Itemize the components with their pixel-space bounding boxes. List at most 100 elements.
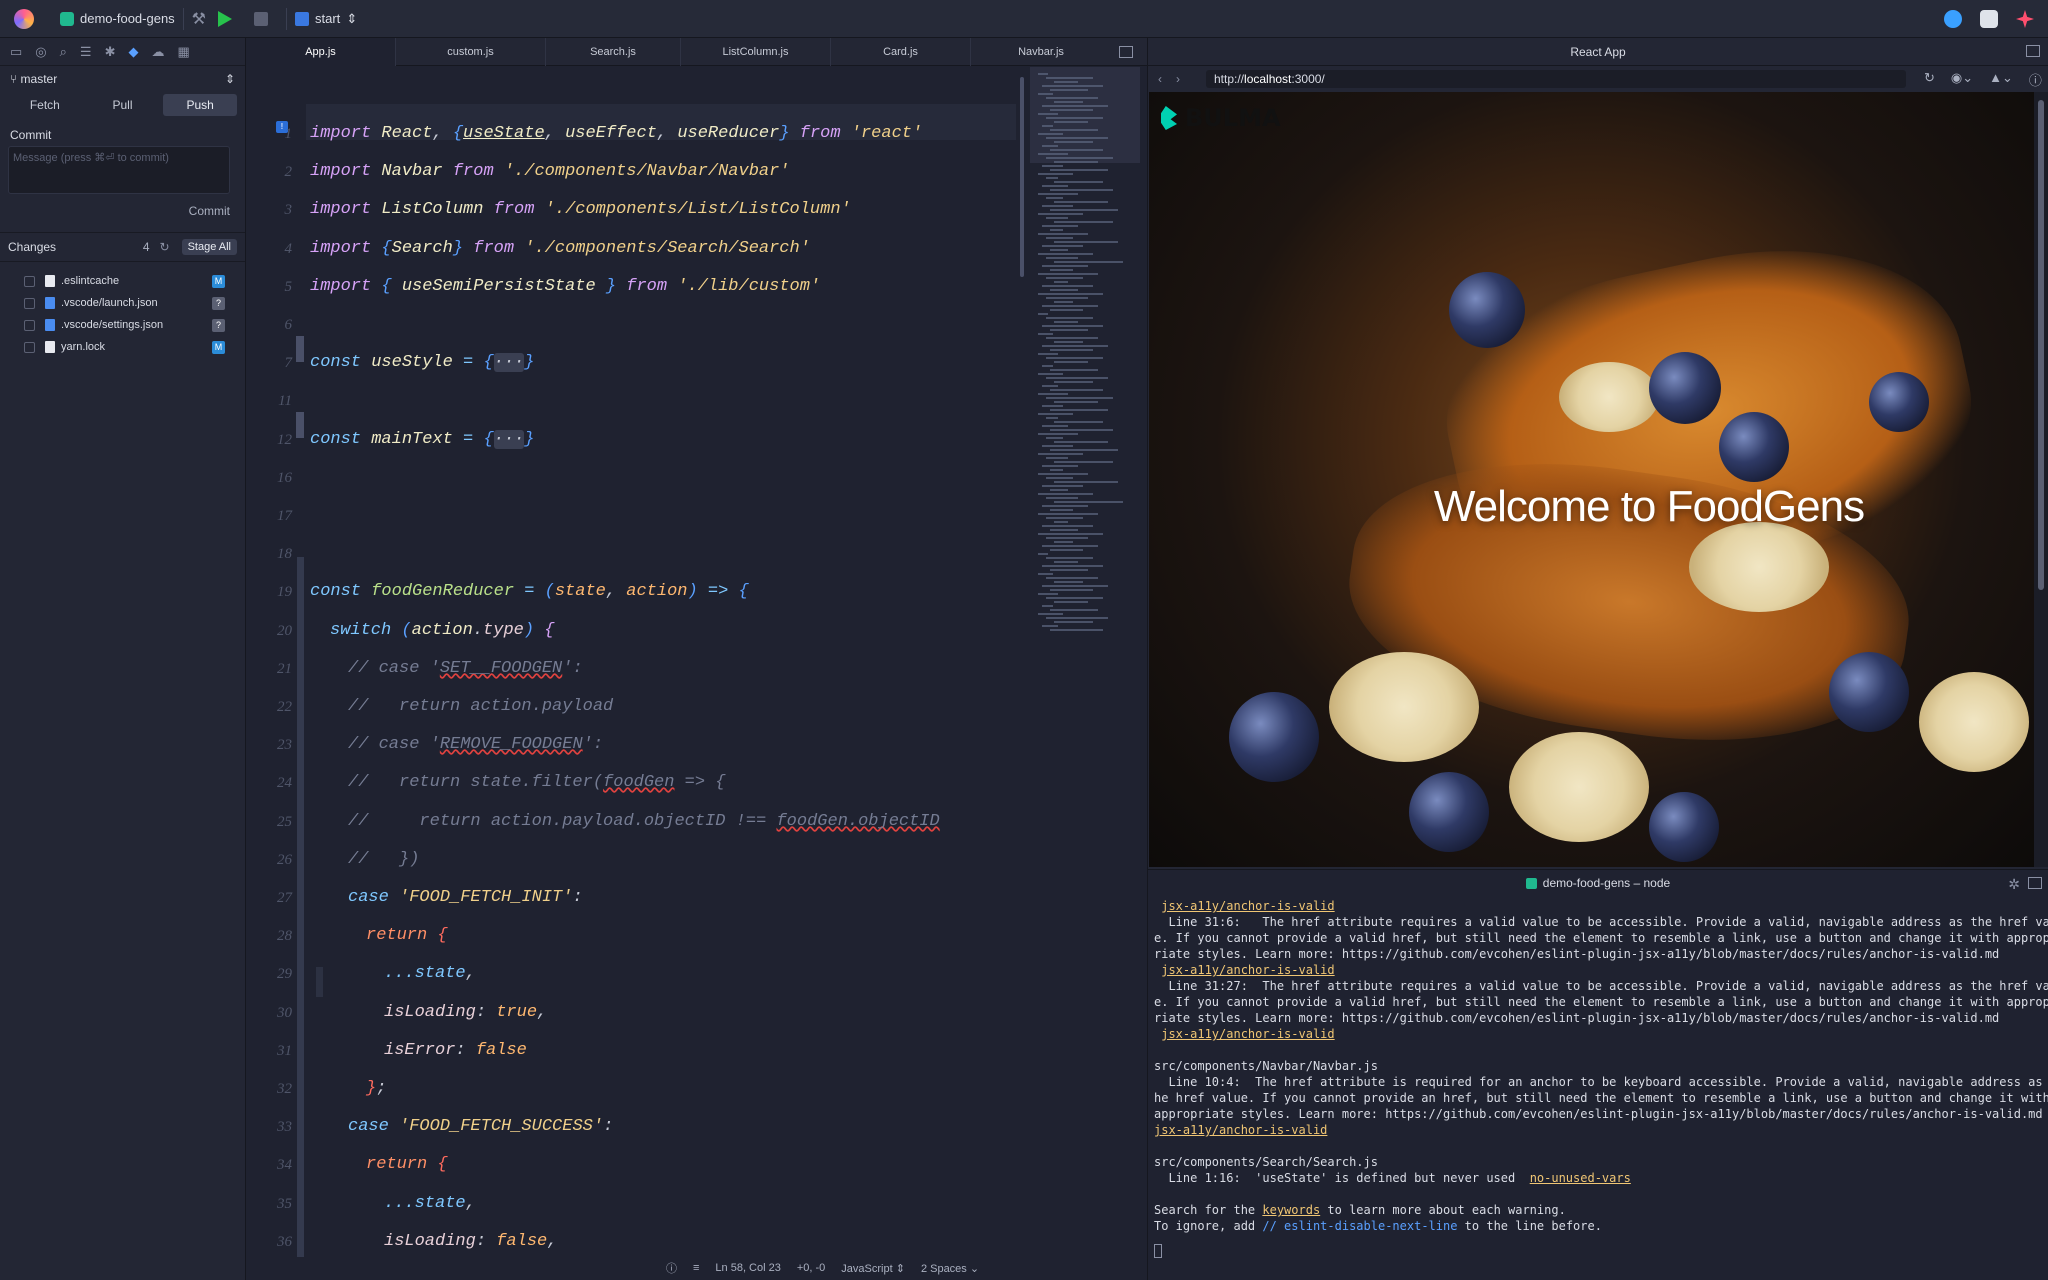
terminal-line: riate styles. Learn more: https://github… bbox=[1154, 1010, 2042, 1026]
fold-marker-icon[interactable] bbox=[296, 412, 304, 438]
inspect-icon[interactable]: ◉⌄ bbox=[1951, 70, 1973, 89]
grid-icon[interactable]: ▦ bbox=[177, 44, 189, 60]
split-editor-icon[interactable] bbox=[1119, 45, 1133, 58]
terminal-line-text: jsx-a11y/anchor-is-valid bbox=[1161, 899, 1335, 913]
minimap-line bbox=[1038, 293, 1103, 295]
forward-icon[interactable]: › bbox=[1176, 72, 1194, 86]
asterisk-icon[interactable]: ✱ bbox=[105, 44, 116, 60]
tab-custom-js[interactable]: custom.js bbox=[396, 38, 546, 66]
terminal-title: demo-food-gens – node bbox=[1542, 876, 1671, 890]
minimap-line bbox=[1054, 481, 1118, 483]
list-icon[interactable]: ≡ bbox=[693, 1262, 699, 1274]
branch-selector[interactable]: ⑂ master ⇕ bbox=[0, 66, 245, 92]
tab-app-js[interactable]: App.js bbox=[246, 38, 396, 66]
tab-listcolumn-js[interactable]: ListColumn.js bbox=[681, 38, 831, 66]
app-logo-icon[interactable] bbox=[14, 8, 34, 29]
info-icon[interactable]: ⓘ bbox=[2029, 70, 2042, 89]
eslint-disable-snippet: // eslint-disable-next-line bbox=[1262, 1219, 1458, 1233]
tab-card-js[interactable]: Card.js bbox=[831, 38, 971, 66]
hammer-icon[interactable]: ⚒ bbox=[192, 9, 206, 29]
project-selector[interactable]: demo-food-gens bbox=[60, 11, 175, 26]
run-button[interactable] bbox=[206, 0, 244, 38]
changed-file-row[interactable]: yarn.lock M bbox=[0, 336, 245, 358]
sidebar-toggle-icon[interactable] bbox=[2026, 45, 2040, 57]
minimap-line bbox=[1054, 401, 1098, 403]
titlebar-right-icons bbox=[1944, 0, 2034, 38]
minimap-line bbox=[1054, 181, 1103, 183]
scheme-name: start bbox=[315, 11, 341, 26]
code-line: // return action.payload bbox=[348, 697, 614, 716]
sparkle-icon[interactable] bbox=[2016, 10, 2034, 28]
tab-search-js[interactable]: Search.js bbox=[546, 38, 681, 66]
language-selector[interactable]: JavaScript ⇕ bbox=[841, 1262, 905, 1275]
stop-button[interactable] bbox=[254, 11, 269, 26]
minimap-line bbox=[1042, 85, 1103, 87]
title-bar: demo-food-gens ⚒ start ⇕ bbox=[0, 0, 2048, 38]
minimap-line bbox=[1042, 565, 1103, 567]
line-number: 24 bbox=[277, 775, 292, 791]
file-checkbox[interactable] bbox=[24, 341, 35, 353]
cloud-icon[interactable]: ☁ bbox=[151, 44, 164, 60]
fold-marker-icon[interactable] bbox=[296, 336, 304, 362]
file-checkbox[interactable] bbox=[24, 319, 35, 331]
bulma-brand[interactable]: BULMA bbox=[1161, 104, 1281, 132]
minimap-line bbox=[1042, 545, 1098, 547]
terminal-prompt[interactable] bbox=[1154, 1242, 2042, 1258]
rule-link[interactable]: no-unused-vars bbox=[1530, 1171, 1631, 1185]
minimap[interactable] bbox=[1030, 67, 1140, 687]
minimap-line bbox=[1054, 381, 1093, 383]
code-line: isLoading: false, bbox=[384, 1232, 558, 1251]
line-number: 18 bbox=[277, 546, 292, 562]
minimap-line bbox=[1042, 245, 1083, 247]
code-line: // case 'REMOVE_FOODGEN': bbox=[348, 735, 604, 754]
minimap-line bbox=[1038, 553, 1048, 555]
search-icon[interactable]: ⌕ bbox=[60, 44, 67, 60]
code-line: // return state.filter(foodGen => { bbox=[348, 773, 726, 792]
list-icon[interactable]: ☰ bbox=[80, 44, 92, 60]
editor-scrollbar[interactable] bbox=[1018, 67, 1026, 1257]
indentation-selector[interactable]: 2 Spaces ⌄ bbox=[921, 1262, 979, 1275]
push-button[interactable]: Push bbox=[163, 94, 238, 116]
code-line: isError: false bbox=[384, 1041, 527, 1060]
terminal-line: jsx-a11y/anchor-is-valid bbox=[1154, 1122, 2042, 1138]
stage-all-button[interactable]: Stage All bbox=[181, 239, 237, 255]
folder-icon[interactable]: ▭ bbox=[10, 44, 22, 60]
commit-button[interactable]: Commit bbox=[0, 204, 245, 224]
scrollbar-thumb[interactable] bbox=[2038, 100, 2044, 590]
eye-icon[interactable] bbox=[1944, 10, 1962, 28]
json-file-icon bbox=[45, 319, 55, 331]
minimap-line bbox=[1054, 361, 1088, 363]
changed-file-row[interactable]: .vscode/launch.json ? bbox=[0, 292, 245, 314]
line-number: 32 bbox=[277, 1081, 292, 1097]
scrollbar-thumb[interactable] bbox=[1020, 77, 1024, 277]
keywords-link[interactable]: keywords bbox=[1262, 1203, 1320, 1217]
cursor-position[interactable]: Ln 58, Col 23 bbox=[715, 1262, 780, 1274]
preview-viewport[interactable]: BULMA Welcome to FoodGens bbox=[1149, 92, 2034, 867]
device-icon[interactable]: ▲⌄ bbox=[1989, 70, 2013, 89]
terminal-output[interactable]: jsx-a11y/anchor-is-valid Line 31:6: The … bbox=[1148, 896, 2048, 1260]
url-input[interactable]: http://localhost:3000/ bbox=[1206, 70, 1906, 88]
globe-icon[interactable]: ◎ bbox=[35, 44, 46, 60]
sidebar-toggle-icon[interactable] bbox=[1980, 10, 1998, 28]
code-area[interactable]: ! 1 2 3 4 5 6 7 11 12 16 17 18 19 20 21 … bbox=[246, 67, 1016, 1257]
refresh-icon[interactable]: ↻ bbox=[160, 240, 170, 254]
terminal-line: riate styles. Learn more: https://github… bbox=[1154, 946, 2042, 962]
changed-file-row[interactable]: .vscode/settings.json ? bbox=[0, 314, 245, 336]
info-icon[interactable]: ⓘ bbox=[666, 1260, 677, 1276]
changed-file-row[interactable]: .eslintcache M bbox=[0, 270, 245, 292]
sidebar-toggle-icon[interactable] bbox=[2028, 877, 2042, 889]
minimap-line bbox=[1046, 377, 1108, 379]
pull-button[interactable]: Pull bbox=[86, 94, 160, 116]
commit-message-input[interactable]: Message (press ⌘⏎ to commit) bbox=[8, 146, 230, 194]
file-checkbox[interactable] bbox=[24, 275, 35, 287]
source-control-icon[interactable]: ◆ bbox=[128, 44, 138, 60]
minimap-line bbox=[1042, 125, 1053, 127]
file-checkbox[interactable] bbox=[24, 297, 35, 309]
scheme-selector[interactable]: start ⇕ bbox=[295, 11, 357, 27]
minimap-line bbox=[1046, 117, 1103, 119]
fetch-button[interactable]: Fetch bbox=[8, 94, 82, 116]
preview-scrollbar[interactable] bbox=[2034, 92, 2048, 867]
tab-navbar-js[interactable]: Navbar.js bbox=[971, 38, 1111, 66]
reload-icon[interactable]: ↻ bbox=[1924, 70, 1935, 89]
back-icon[interactable]: ‹ bbox=[1158, 72, 1176, 86]
